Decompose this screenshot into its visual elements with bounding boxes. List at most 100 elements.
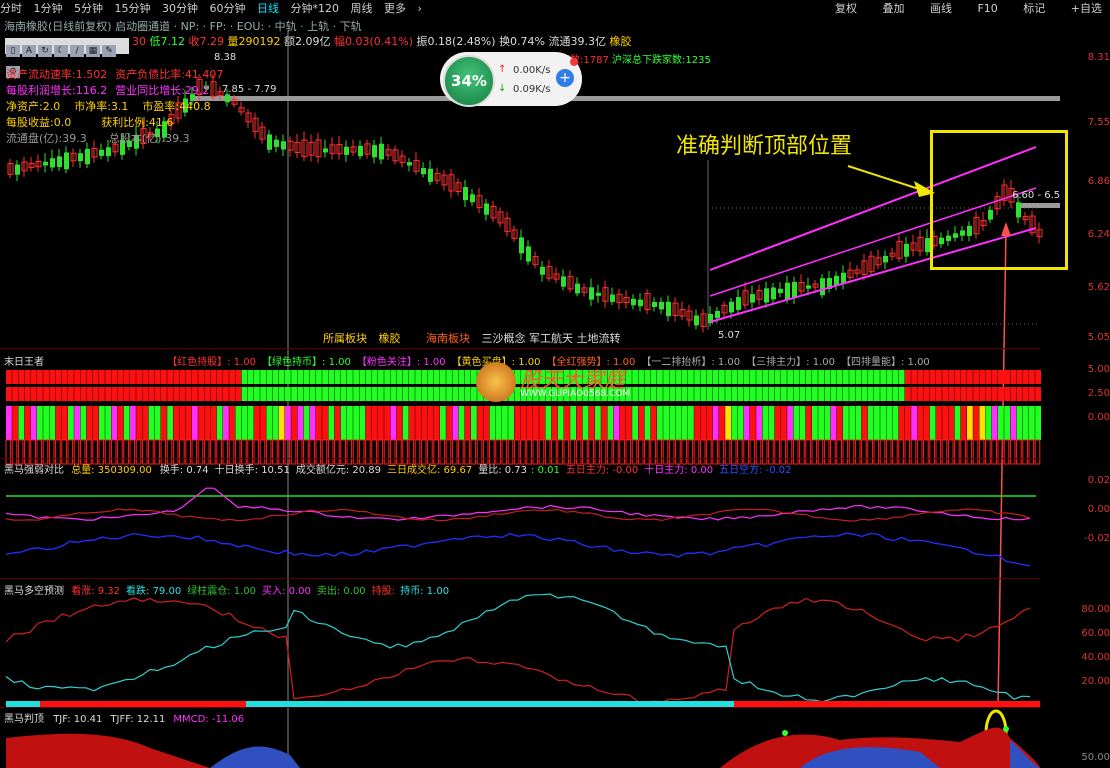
heat-cell bbox=[291, 406, 297, 440]
heat-cell bbox=[818, 370, 824, 384]
heat-cell bbox=[167, 387, 173, 401]
signal-dot bbox=[1003, 726, 1009, 732]
heat-cell bbox=[334, 387, 341, 401]
heat-cell bbox=[49, 387, 56, 401]
heat-cell bbox=[359, 370, 366, 384]
finance-item: 获利比例:41.6 bbox=[101, 116, 174, 129]
heat-cell bbox=[935, 439, 942, 465]
heat-cell bbox=[613, 406, 620, 440]
candle-body bbox=[820, 278, 825, 296]
heat-cell bbox=[495, 406, 502, 440]
candle-body bbox=[484, 203, 489, 215]
candle-body bbox=[631, 298, 636, 306]
heat-cell bbox=[638, 387, 645, 401]
candle-body bbox=[638, 299, 643, 307]
panel4-item: TJF: 10.41 bbox=[53, 714, 103, 725]
panel2-item: 十日主力: 0.00 bbox=[644, 465, 714, 476]
bull-forecast-line bbox=[5, 597, 1031, 704]
heat-cell bbox=[254, 370, 260, 384]
candle-body bbox=[428, 168, 433, 182]
candle-body bbox=[715, 310, 720, 318]
candle-body bbox=[106, 147, 111, 157]
sector-label-1: 所属板块 bbox=[323, 332, 367, 345]
panel3-item: 看涨: 9.32 bbox=[71, 586, 121, 597]
heat-cell bbox=[136, 370, 142, 384]
heat-cell bbox=[867, 439, 873, 465]
heat-cell bbox=[179, 406, 186, 440]
heat-cell bbox=[849, 370, 855, 384]
heat-cell bbox=[18, 406, 25, 440]
panel4-item: TJFF: 12.11 bbox=[110, 714, 166, 725]
heat-cell bbox=[247, 387, 254, 401]
heat-cell bbox=[923, 406, 930, 440]
heat-cell bbox=[768, 406, 775, 440]
panel3-axis-tick: 40.00 bbox=[1081, 652, 1110, 663]
heat-cell bbox=[917, 387, 924, 401]
heat-cell bbox=[991, 439, 997, 465]
heat-cell bbox=[756, 387, 762, 401]
heat-cell bbox=[130, 370, 136, 384]
finance-item: 市盈率:440.8 bbox=[142, 100, 211, 113]
price-axis-tick: 8.31 bbox=[1087, 52, 1110, 63]
finance-row: 每股收益:0.0 获利比例:41.6 bbox=[6, 114, 226, 130]
heat-cell bbox=[390, 370, 397, 384]
heat-cell bbox=[1010, 370, 1017, 384]
heat-cell bbox=[130, 387, 136, 401]
heat-cell bbox=[947, 439, 954, 465]
candle-body bbox=[575, 283, 580, 294]
heat-cell bbox=[880, 370, 886, 384]
heat-cell bbox=[719, 387, 725, 401]
finance-row: 净资产:2.0 市净率:3.1 市盈率:440.8 bbox=[6, 98, 226, 114]
heat-cell bbox=[43, 406, 49, 440]
heat-cell bbox=[929, 406, 936, 440]
heat-cell bbox=[712, 387, 719, 401]
panel3-title: 黑马多空预测 bbox=[4, 586, 64, 597]
heat-cell bbox=[941, 439, 948, 465]
heat-cell bbox=[247, 406, 254, 440]
heat-cell bbox=[942, 387, 948, 401]
candle-body bbox=[596, 292, 601, 296]
heat-cell bbox=[991, 370, 998, 384]
heat-cell bbox=[781, 406, 787, 440]
heat-cell bbox=[353, 370, 359, 384]
heat-cell bbox=[1022, 439, 1028, 465]
heat-cell bbox=[1010, 406, 1017, 440]
heat-cell bbox=[750, 387, 756, 401]
speed-plus-button[interactable]: + bbox=[556, 69, 574, 87]
heat-cell bbox=[272, 370, 279, 384]
heat-cell bbox=[681, 370, 688, 384]
candle-body bbox=[267, 134, 272, 150]
finance-item: 资产流动速率:1.502 bbox=[6, 68, 108, 81]
candle-body bbox=[379, 143, 384, 160]
heat-cell bbox=[743, 387, 750, 401]
heat-cell bbox=[836, 439, 842, 465]
highlight-box bbox=[930, 130, 1068, 270]
heat-cell bbox=[991, 406, 998, 440]
heat-cell bbox=[762, 387, 769, 401]
candle-body bbox=[281, 141, 286, 150]
heat-cell bbox=[278, 406, 285, 440]
heat-cell bbox=[316, 370, 322, 384]
heat-cell bbox=[812, 370, 818, 384]
heat-cell bbox=[235, 387, 242, 401]
heat-cell bbox=[867, 370, 874, 384]
candle-body bbox=[694, 315, 699, 326]
bear-forecast-line bbox=[5, 593, 1031, 703]
heat-cell bbox=[384, 387, 390, 401]
heat-cell bbox=[923, 439, 929, 465]
heat-cell bbox=[830, 406, 837, 440]
heat-cell bbox=[409, 370, 415, 384]
heat-cell bbox=[105, 387, 111, 401]
heat-cell bbox=[936, 370, 942, 384]
heat-cell bbox=[843, 387, 849, 401]
heat-cell bbox=[291, 370, 297, 384]
heat-cell bbox=[161, 370, 167, 384]
heat-cell bbox=[576, 406, 583, 440]
heat-cell bbox=[954, 406, 961, 440]
heat-cell bbox=[61, 406, 68, 440]
heat-cell bbox=[979, 406, 986, 440]
heat-cell bbox=[669, 406, 676, 440]
heat-cell bbox=[303, 387, 310, 401]
close-dot-icon[interactable] bbox=[570, 58, 578, 66]
candle-body bbox=[85, 148, 90, 165]
